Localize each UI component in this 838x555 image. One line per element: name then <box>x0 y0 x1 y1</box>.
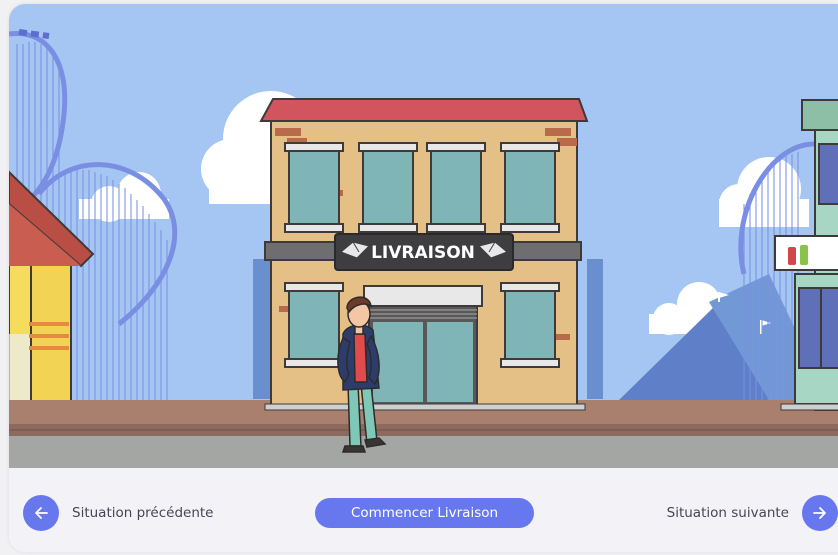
previous-situation-label[interactable]: Situation précédente <box>72 505 213 521</box>
controls-bar: Situation précédente Commencer Livraison… <box>9 468 838 552</box>
previous-situation-button[interactable]: Situation précédente <box>23 495 213 531</box>
road <box>9 436 838 468</box>
next-situation-label[interactable]: Situation suivante <box>667 505 789 521</box>
arrow-right-icon[interactable] <box>802 495 838 531</box>
next-situation-button[interactable]: Situation suivante <box>667 495 838 531</box>
shop-sign-text: LIVRAISON <box>371 243 475 263</box>
shop-sign: LIVRAISON <box>334 233 514 271</box>
street-scene: LIVRAISON <box>9 4 838 468</box>
arrow-left-icon[interactable] <box>23 495 59 531</box>
start-delivery-button[interactable]: Commencer Livraison <box>315 498 534 528</box>
distant-building <box>587 259 603 399</box>
game-frame: LIVRAISON Situation précédente Commencer… <box>9 4 838 552</box>
